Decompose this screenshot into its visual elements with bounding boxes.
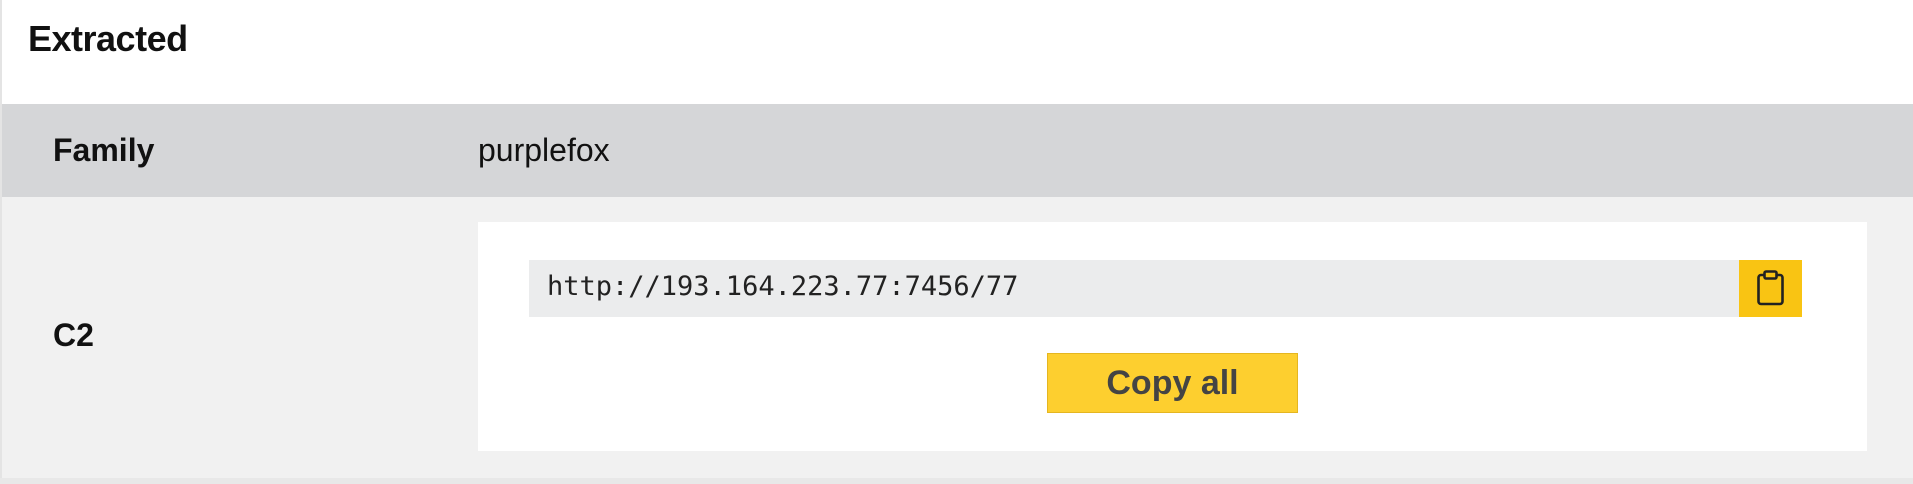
clipboard-icon — [1757, 270, 1784, 306]
c2-value-field[interactable]: http://193.164.223.77:7456/77 — [529, 260, 1742, 317]
family-value: purplefox — [478, 132, 610, 168]
family-row: Family purplefox — [2, 104, 1913, 197]
family-label: Family — [53, 132, 155, 168]
copy-all-button[interactable]: Copy all — [1047, 353, 1298, 413]
panel-header: Extracted — [2, 0, 1913, 104]
c2-label: C2 — [53, 317, 94, 353]
extracted-panel: Extracted Family purplefox C2 http://193… — [0, 0, 1913, 478]
c2-row: C2 http://193.164.223.77:7456/77 Copy al… — [2, 197, 1913, 478]
c2-value-box: http://193.164.223.77:7456/77 Copy all — [478, 222, 1867, 451]
copy-to-clipboard-button[interactable] — [1739, 260, 1802, 317]
panel-title: Extracted — [28, 18, 188, 59]
c2-value-text[interactable]: http://193.164.223.77:7456/77 — [547, 271, 1018, 302]
bottom-divider — [0, 478, 1913, 484]
